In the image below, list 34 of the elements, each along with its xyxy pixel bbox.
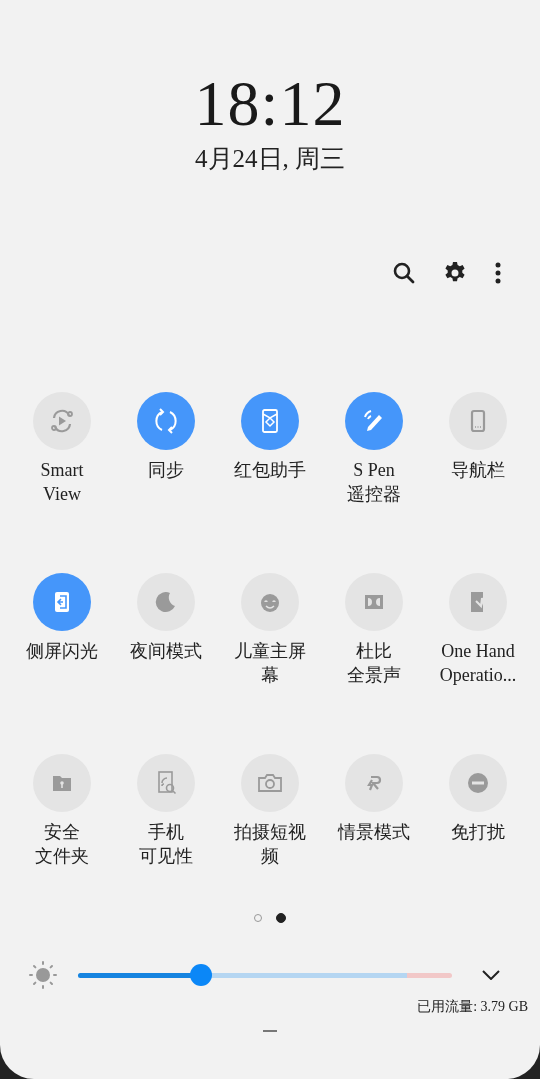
drag-handle[interactable]: [263, 1030, 277, 1032]
toggle-label: 全景声: [347, 664, 401, 687]
toggle-label: 夜间模式: [129, 640, 203, 663]
toggle-label: 文件夹: [35, 845, 89, 868]
toggle-label: One Hand: [441, 640, 515, 663]
toggle-label: Smart View: [39, 459, 85, 506]
clock-date: 4月24日, 周三: [195, 144, 345, 174]
toggle-label: 手机: [148, 821, 184, 844]
quick-toggle[interactable]: [345, 392, 403, 450]
toggle-label: 安全: [44, 821, 80, 844]
toggle-label: 红包助手: [233, 459, 307, 482]
toggle-label: 导航栏: [450, 459, 506, 482]
slider-thumb[interactable]: [190, 964, 213, 986]
toggle-label: 侧屏闪光: [25, 640, 99, 663]
more-icon[interactable]: [494, 261, 502, 285]
sun-icon: [28, 960, 58, 990]
page-dot[interactable]: [276, 913, 286, 923]
quick-toggle[interactable]: [241, 392, 299, 450]
clock-time: 18:12: [194, 68, 346, 140]
quick-toggle[interactable]: [33, 573, 91, 631]
toggle-label: S Pen: [353, 459, 395, 482]
toggle-label: 同步: [147, 459, 185, 482]
toggle-label: 可见性: [139, 845, 193, 868]
toggle-label: 杜比: [356, 640, 392, 663]
toggle-label: Operatio...: [439, 664, 517, 687]
toggle-label: 免打扰: [450, 821, 506, 844]
toggle-label: 情景模式: [336, 821, 411, 844]
chevron-down-icon[interactable]: [482, 970, 500, 980]
toggle-label: 拍摄短视频: [233, 821, 307, 868]
toggle-label: 遥控器: [347, 483, 401, 506]
data-usage-text: 已用流量: 3.79 GB: [417, 998, 528, 1016]
quick-toggle[interactable]: [137, 392, 195, 450]
toggle-label: 儿童主屏幕: [233, 640, 307, 687]
search-icon[interactable]: [392, 261, 416, 285]
